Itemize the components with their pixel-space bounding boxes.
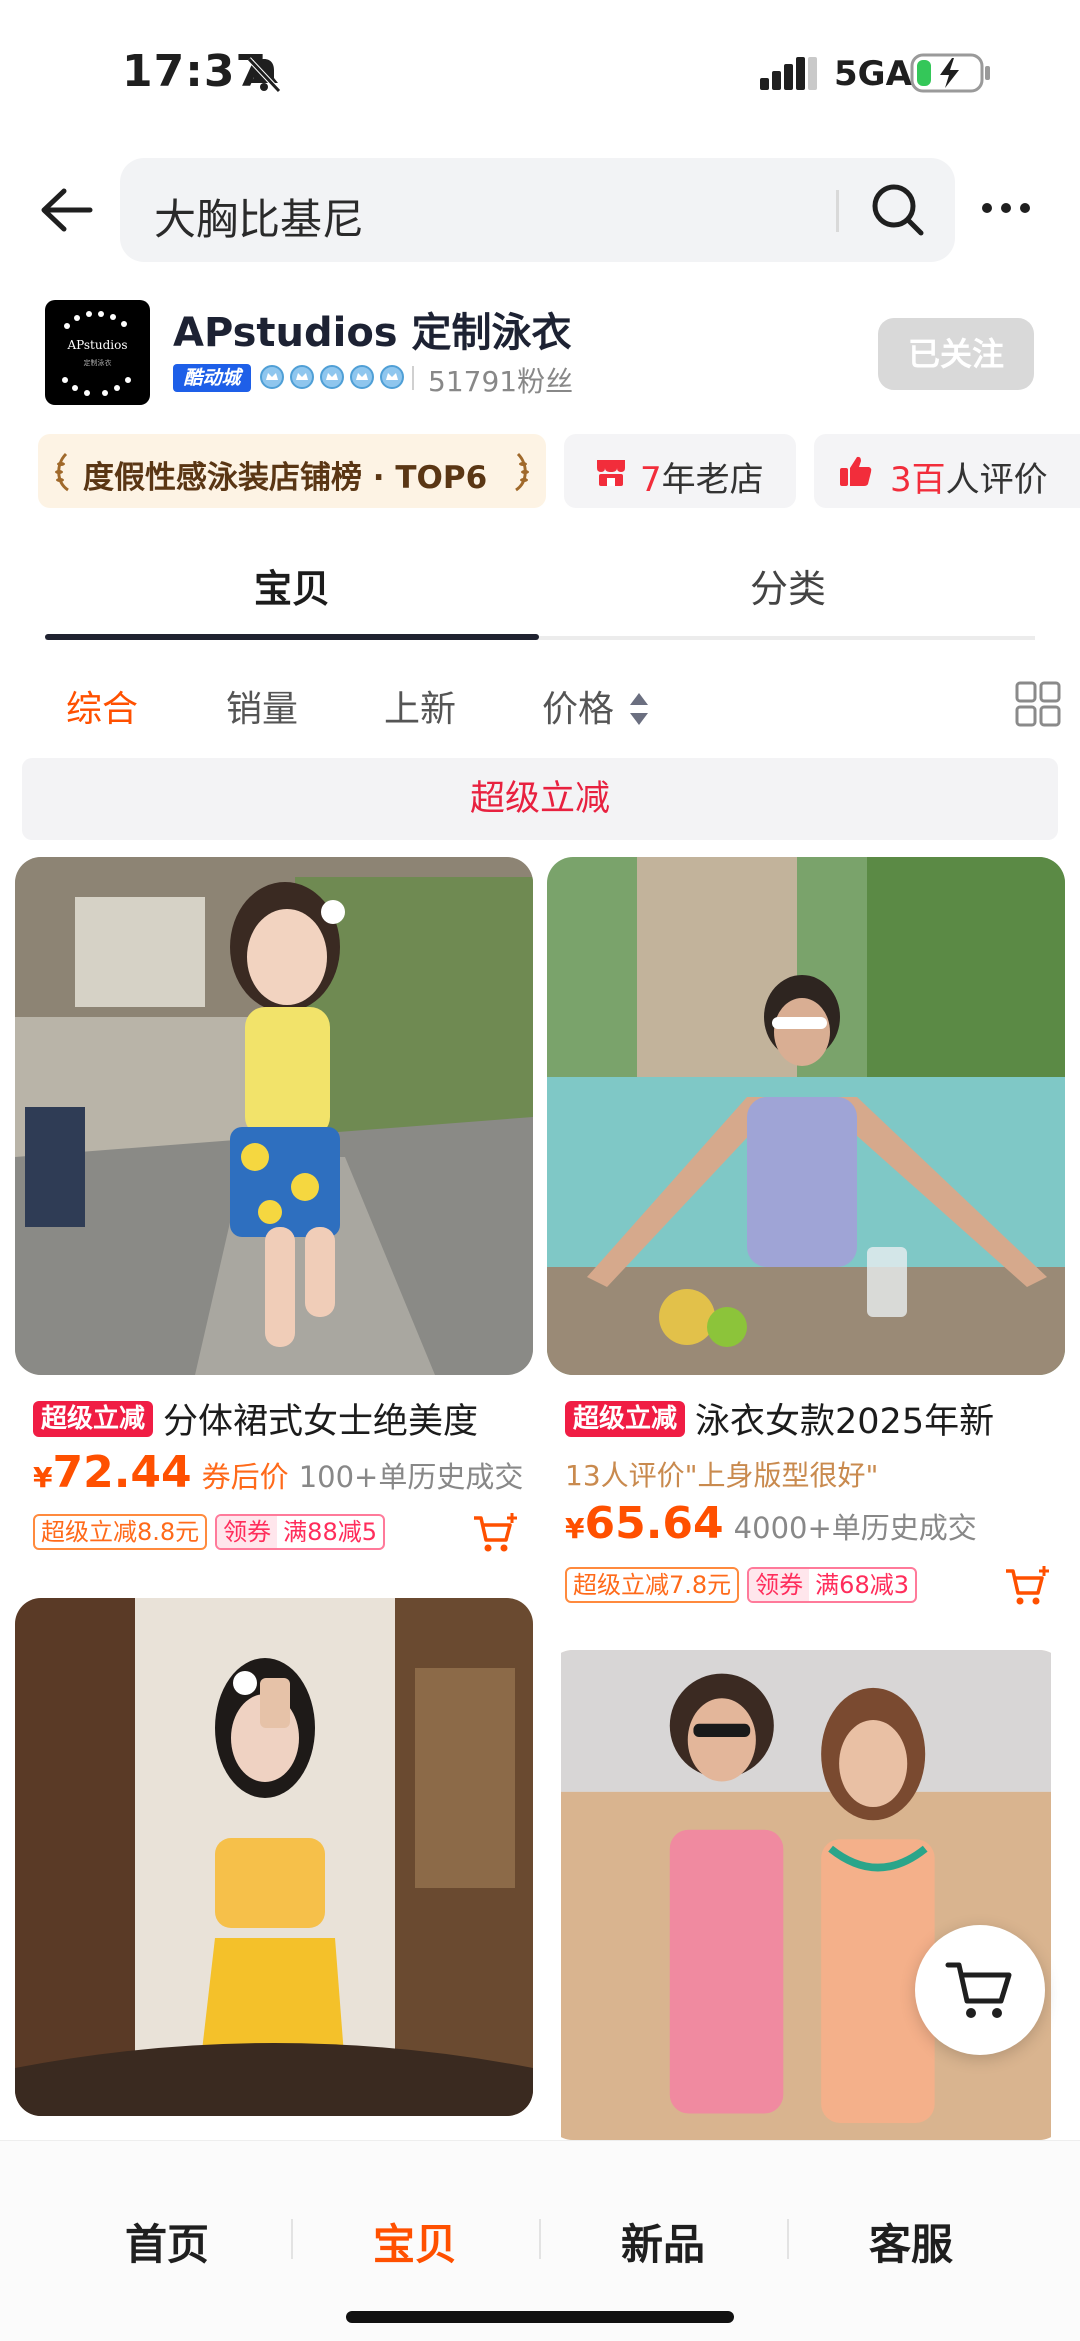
store-age-tag[interactable]: 7年老店 (564, 434, 796, 508)
sort-sales[interactable]: 销量 (226, 680, 298, 732)
laurel-wreath-icon (62, 311, 131, 396)
cart-icon (945, 1962, 1012, 2018)
rank-tag[interactable]: 度假性感泳装店铺榜 · TOP6 (38, 434, 546, 508)
crown-icon (380, 365, 404, 389)
follow-button[interactable]: 已关注 (878, 318, 1034, 390)
store-age-number: 7 (640, 460, 662, 500)
product-image[interactable] (15, 1598, 533, 2116)
network-label: 5GA (834, 54, 912, 94)
laurel-left-icon (55, 452, 69, 492)
logo-text: APstudios (67, 338, 128, 352)
crown-icon (260, 365, 284, 389)
product-card[interactable]: 超级立减 分体裙式女士绝美度 ¥72.44 券后价 100+单历史成交 超级立减8.8… (15, 857, 533, 1552)
rank-tag-label: 度假性感泳装店铺榜 · TOP6 (83, 460, 488, 496)
store-tags-row: 度假性感泳装店铺榜 · TOP6 7年老店 3百人评价 (0, 432, 1080, 512)
promo-badge: 超级立减 (565, 1400, 686, 1437)
sort-arrows-icon[interactable] (628, 690, 650, 728)
search-divider (836, 190, 839, 232)
sort-comprehensive[interactable]: 综合 (66, 680, 138, 732)
store-name[interactable]: APstudios 定制泳衣 (173, 300, 572, 358)
nav-products[interactable]: 宝贝 (291, 2211, 539, 2272)
crown-icon (350, 365, 374, 389)
coupon-value: 满88减5 (283, 1518, 377, 1546)
store-rank-crowns (258, 363, 406, 393)
review-count-label: 3百人评价 (890, 452, 1048, 501)
sort-newest[interactable]: 上新 (384, 680, 456, 732)
product-title[interactable]: 泳衣女款2025年新 (695, 1393, 994, 1437)
nav-customer-service[interactable]: 客服 (787, 2211, 1035, 2272)
store-badge: 酷动城 (173, 364, 251, 392)
sort-price[interactable]: 价格 (542, 680, 614, 732)
sold-count: 100+单历史成交 (298, 1460, 524, 1494)
fans-count: 51791粉丝 (428, 365, 574, 398)
store-age-suffix: 年老店 (661, 460, 764, 500)
price-line: ¥72.44 券后价 100+单历史成交 (33, 1447, 523, 1501)
search-row: 大胸比基尼 (0, 155, 1080, 265)
signal-icon (760, 57, 817, 90)
product-title[interactable]: 分体裙式女士绝美度 (163, 1393, 478, 1437)
coupon-tag[interactable]: 领券 满68减3 (747, 1567, 917, 1603)
coupon-line: 超级立减7.8元 领券 满68减3 (565, 1567, 917, 1607)
promo-discount-tag: 超级立减8.8元 (33, 1514, 208, 1550)
review-snippet: 13人评价"上身版型很好" (565, 1459, 879, 1492)
tab-products[interactable]: 宝贝 (45, 558, 539, 613)
search-box[interactable]: 大胸比基尼 (120, 158, 955, 262)
status-bar: 17:37 5GA (0, 0, 1080, 140)
coupon-tag[interactable]: 领券 满88减5 (215, 1514, 385, 1550)
product-image[interactable] (547, 1650, 1065, 2140)
store-icon (597, 460, 625, 486)
currency-symbol: ¥ (33, 1461, 53, 1494)
laurel-right-icon (515, 452, 529, 492)
store-logo[interactable]: APstudios 定制泳衣 (45, 300, 150, 405)
store-age-label: 7年老店 (640, 452, 764, 501)
currency-symbol: ¥ (565, 1512, 585, 1545)
add-to-cart-icon[interactable] (472, 1512, 518, 1554)
product-card[interactable]: 超级立减 泳衣女款2025年新 13人评价"上身版型很好" ¥65.64 4000+… (547, 857, 1065, 1617)
battery-charging-icon (910, 53, 990, 93)
product-card[interactable] (15, 1598, 533, 2116)
grid-view-icon[interactable] (1014, 680, 1062, 728)
promo-badge: 超级立减 (33, 1400, 154, 1437)
price-note: 券后价 (201, 1460, 289, 1494)
promo-banner[interactable]: 超级立减 (22, 758, 1058, 840)
store-header: APstudios 定制泳衣 APstudios 定制泳衣 酷动城 51791粉… (0, 290, 1080, 420)
price-line: ¥65.64 4000+单历史成交 (565, 1498, 977, 1552)
add-to-cart-icon[interactable] (1004, 1565, 1050, 1607)
coupon-label: 领券 (749, 1569, 810, 1601)
coupon-line: 超级立减8.8元 领券 满88减5 (33, 1514, 385, 1554)
promo-discount-tag: 超级立减7.8元 (565, 1567, 740, 1603)
floating-cart-button[interactable] (915, 1925, 1045, 2055)
crown-icon (320, 365, 344, 389)
review-count-suffix: 人评价 (945, 460, 1048, 500)
tab-categories[interactable]: 分类 (541, 558, 1035, 613)
product-image[interactable] (547, 857, 1065, 1375)
bottom-nav: 首页 宝贝 新品 客服 (0, 2140, 1080, 2341)
product-title-line: 超级立减 泳衣女款2025年新 (565, 1393, 1065, 1437)
nav-home[interactable]: 首页 (43, 2211, 291, 2272)
product-price: 65.64 (584, 1498, 724, 1549)
search-input[interactable]: 大胸比基尼 (154, 186, 364, 247)
more-icon[interactable] (980, 195, 1032, 221)
product-image[interactable] (15, 857, 533, 1375)
logo-subtext: 定制泳衣 (83, 359, 112, 367)
main-tabs: 宝贝 分类 (0, 540, 1080, 645)
review-count-number: 3百 (890, 460, 946, 500)
thumbs-up-icon (840, 456, 872, 486)
search-icon[interactable] (868, 180, 926, 238)
nav-new-arrivals[interactable]: 新品 (539, 2211, 787, 2272)
review-count-tag[interactable]: 3百人评价 (814, 434, 1080, 508)
rank-divider (412, 366, 414, 390)
crown-icon (290, 365, 314, 389)
coupon-label: 领券 (217, 1516, 278, 1548)
product-title-line: 超级立减 分体裙式女士绝美度 (33, 1393, 533, 1437)
tab-indicator (45, 634, 539, 640)
back-arrow-icon[interactable] (38, 185, 96, 235)
product-price: 72.44 (52, 1447, 192, 1498)
product-card[interactable] (547, 1650, 1065, 2140)
bell-muted-icon (247, 57, 281, 93)
sold-count: 4000+单历史成交 (733, 1511, 977, 1545)
home-indicator[interactable] (346, 2311, 734, 2323)
coupon-value: 满68减3 (815, 1571, 909, 1599)
sort-bar: 综合 销量 上新 价格 (0, 670, 1080, 750)
